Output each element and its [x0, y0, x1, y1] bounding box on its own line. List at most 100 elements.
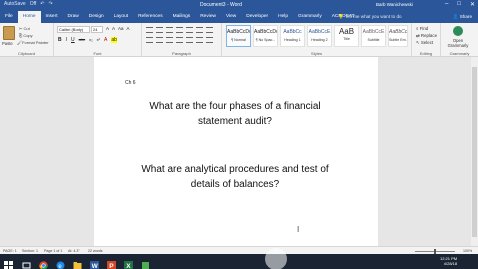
tab-view[interactable]: View: [221, 11, 241, 23]
tab-home[interactable]: Home: [17, 11, 41, 23]
tab-review[interactable]: Review: [195, 11, 221, 23]
select-button[interactable]: ↖ Select: [416, 40, 433, 46]
edge-icon[interactable]: e: [56, 257, 65, 269]
tab-mailings[interactable]: Mailings: [168, 11, 196, 23]
windows-start-icon[interactable]: [4, 257, 13, 269]
superscript-button[interactable]: x²: [97, 37, 100, 43]
app-icon[interactable]: [141, 257, 150, 269]
sort-icon[interactable]: [196, 27, 203, 33]
tell-me-search[interactable]: 💡 Tell me what you want to do: [338, 12, 402, 22]
shrink-font-button[interactable]: A: [112, 26, 115, 31]
status-bar: PAGE: 1 Section: 1 Page 1 of 1 At: 4.3" …: [0, 246, 478, 254]
powerpoint-icon[interactable]: P: [107, 257, 116, 269]
copy-button[interactable]: ⎘ Copy: [19, 33, 33, 38]
align-left-icon[interactable]: [146, 37, 153, 43]
status-page[interactable]: PAGE: 1: [3, 249, 17, 253]
change-case-button[interactable]: Aa: [118, 26, 124, 31]
subscript-button[interactable]: x₂: [89, 37, 93, 43]
tab-insert[interactable]: Insert: [41, 11, 63, 23]
bold-button[interactable]: B: [58, 37, 62, 43]
redo-icon[interactable]: ↷: [48, 1, 52, 7]
status-section[interactable]: Section: 1: [22, 249, 38, 253]
vertical-scrollbar[interactable]: [471, 57, 478, 246]
italic-button[interactable]: I: [66, 37, 67, 43]
click-indicator: [265, 248, 287, 269]
status-words[interactable]: 22 words: [88, 249, 103, 253]
style-heading-1[interactable]: AaBbCc Heading 1: [280, 25, 305, 47]
document-area: [0, 57, 478, 246]
cut-button[interactable]: ✂ Cut: [19, 26, 30, 31]
paste-button[interactable]: Paste: [2, 41, 13, 46]
autosave-label[interactable]: AutoSave: [4, 1, 26, 7]
tab-references[interactable]: References: [133, 11, 168, 23]
font-size-select[interactable]: 24: [91, 26, 103, 33]
style-normal[interactable]: AaBbCcDc ¶ Normal: [226, 25, 251, 47]
grow-font-button[interactable]: A: [106, 26, 109, 31]
file-explorer-icon[interactable]: [73, 257, 82, 269]
increase-indent-icon[interactable]: [186, 27, 193, 33]
style-title[interactable]: AaB Title: [334, 25, 359, 47]
task-view-icon[interactable]: [22, 257, 31, 269]
editing-label: Editing: [419, 51, 433, 56]
system-clock[interactable]: 12:21 PM 4/28/18: [440, 256, 457, 266]
borders-icon[interactable]: [206, 37, 213, 43]
clipboard-label: Clipboard: [17, 51, 36, 56]
strikethrough-button[interactable]: abc: [79, 37, 85, 43]
tab-help[interactable]: Help: [273, 11, 293, 23]
word-taskbar-icon[interactable]: W: [90, 257, 99, 269]
pilcrow-icon[interactable]: [206, 27, 213, 33]
line-spacing-icon[interactable]: [186, 37, 193, 43]
justify-icon[interactable]: [176, 37, 183, 43]
font-color-icon[interactable]: A: [104, 37, 107, 43]
font-family-select[interactable]: Calibri (Body): [57, 26, 90, 33]
style-heading-2[interactable]: AaBbCcE Heading 2: [307, 25, 332, 47]
font-extra-row: A A Aa A: [106, 26, 130, 31]
status-position[interactable]: At: 4.3": [68, 249, 80, 253]
user-name[interactable]: Barb Wanichewski: [376, 2, 413, 7]
tab-layout[interactable]: Layout: [109, 11, 133, 23]
question-1[interactable]: What are the four phases of a financial …: [110, 99, 360, 129]
tab-design[interactable]: Design: [84, 11, 109, 23]
question-2[interactable]: What are analytical procedures and test …: [110, 162, 360, 192]
minimize-icon[interactable]: –: [445, 1, 448, 8]
format-painter-button[interactable]: 🖌Format Painter: [17, 40, 49, 45]
find-button[interactable]: ⌕ Find: [416, 26, 428, 31]
font-label: Font: [93, 51, 102, 56]
tab-developer[interactable]: Developer: [241, 11, 273, 23]
tab-file[interactable]: File: [0, 11, 18, 23]
shading-icon[interactable]: [196, 37, 203, 43]
share-button[interactable]: 👤 Share: [453, 12, 472, 22]
paragraph-row-top: [146, 27, 213, 33]
zoom-level[interactable]: 100%: [463, 249, 472, 253]
paste-icon[interactable]: [3, 26, 15, 40]
underline-button[interactable]: U: [71, 37, 75, 43]
taskbar: e W P X 12:21 PM 4/28/18: [0, 254, 478, 269]
multilevel-list-icon[interactable]: [166, 27, 173, 33]
tab-draw[interactable]: Draw: [63, 11, 84, 23]
decrease-indent-icon[interactable]: [176, 27, 183, 33]
style-no-spacing[interactable]: AaBbCcDc ¶ No Spac...: [253, 25, 278, 47]
bullets-icon[interactable]: [146, 27, 153, 33]
autosave-state[interactable]: Off: [30, 1, 37, 7]
grammarly-group: Grammarly: [441, 23, 478, 57]
chrome-icon[interactable]: [39, 257, 48, 269]
clear-format-button[interactable]: A: [127, 26, 130, 31]
scrollbar-thumb[interactable]: [472, 67, 477, 237]
chapter-heading[interactable]: Ch 6: [125, 80, 136, 86]
excel-icon[interactable]: X: [124, 257, 133, 269]
maximize-icon[interactable]: □: [457, 1, 461, 8]
grammarly-label: Grammarly: [449, 51, 470, 56]
replace-button[interactable]: ⇄ Replace: [416, 33, 437, 39]
highlight-icon[interactable]: ab: [111, 37, 117, 43]
align-center-icon[interactable]: [156, 37, 163, 43]
align-right-icon[interactable]: [166, 37, 173, 43]
tab-grammarly[interactable]: Grammarly: [293, 11, 327, 23]
close-icon[interactable]: ✕: [470, 1, 475, 8]
clipboard-group: Paste ✂ Cut ⎘ Copy 🖌Format Painter Clipb…: [0, 23, 54, 57]
document-page[interactable]: [94, 57, 378, 246]
undo-icon[interactable]: ↶: [40, 1, 44, 7]
numbering-icon[interactable]: [156, 27, 163, 33]
style-subtle-emphasis[interactable]: AaBbCcDc Subtle Em...: [388, 25, 408, 47]
status-page-of[interactable]: Page 1 of 1: [44, 249, 62, 253]
style-subtitle[interactable]: AaBbCcE Subtitle: [361, 25, 386, 47]
